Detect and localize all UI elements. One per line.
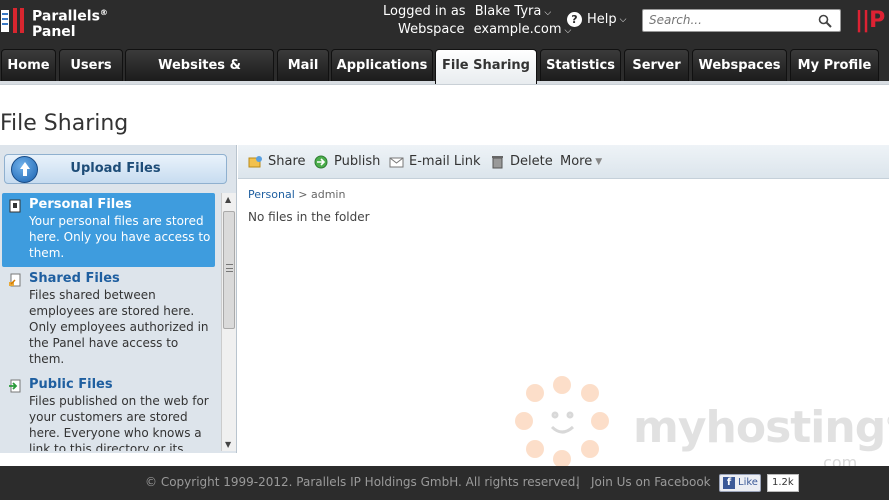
tab-websites-domains[interactable]: Websites & Domains	[125, 49, 274, 105]
scroll-thumb[interactable]	[223, 211, 235, 329]
webspace-info: Webspace example.com ⌵	[398, 22, 571, 37]
footer: © Copyright 1999-2012. Parallels IP Hold…	[0, 466, 889, 500]
folder-description: Files shared between employees are store…	[29, 288, 209, 366]
folder-name: Personal Files	[29, 197, 132, 212]
chevron-down-icon: ⌵	[564, 26, 572, 36]
webspace-value: example.com	[473, 22, 562, 37]
more-label: More	[560, 154, 593, 169]
email-link-label: E-mail Link	[409, 154, 481, 169]
webspace-label: Webspace	[398, 22, 465, 37]
shared-folder-icon	[9, 273, 21, 287]
search-box	[642, 9, 841, 32]
copyright-text: © Copyright 1999-2012. Parallels IP Hold…	[145, 475, 580, 489]
delete-label: Delete	[510, 154, 553, 169]
share-label: Share	[268, 154, 306, 169]
public-folder-icon	[9, 379, 21, 393]
file-toolbar: Share Publish E-mail Link Delete More ▼	[238, 145, 889, 179]
folder-name: Shared Files	[29, 271, 120, 286]
chevron-down-icon: ⌵	[619, 14, 627, 25]
user-menu[interactable]: Blake Tyra ⌵	[475, 4, 551, 19]
upload-files-button[interactable]: Upload Files	[4, 154, 227, 184]
watermark-reg: ®	[885, 411, 889, 430]
scroll-down-arrow-icon[interactable]: ▼	[225, 440, 231, 449]
tab-file-sharing[interactable]: File Sharing	[435, 49, 537, 84]
myhosting-watermark: myhosting® .com	[500, 375, 889, 475]
logo-line2: Panel	[32, 23, 76, 40]
watermark-text: myhosting®	[633, 402, 889, 453]
watermark-brand: myhosting	[633, 402, 886, 453]
facebook-like-button[interactable]: f Like	[719, 474, 761, 492]
help-menu[interactable]: ? Help ⌵	[567, 12, 626, 27]
logged-in-info: Logged in as Blake Tyra ⌵	[383, 4, 551, 19]
more-menu-button[interactable]: More ▼	[560, 154, 602, 169]
publish-button[interactable]: Publish	[314, 154, 380, 169]
folder-list: Personal Files Your personal files are s…	[0, 193, 221, 451]
email-link-button[interactable]: E-mail Link	[389, 154, 481, 169]
breadcrumb: Personal > admin	[248, 188, 345, 201]
scroll-up-arrow-icon[interactable]: ▲	[225, 195, 231, 204]
sun-logo-icon	[515, 376, 609, 468]
parallels-logo-icon	[1, 8, 24, 33]
help-icon: ?	[567, 12, 582, 27]
page-title: File Sharing	[0, 111, 129, 136]
like-count: 1.2k	[767, 474, 799, 492]
footer-separator: |	[576, 475, 581, 489]
app-logo-text: Parallels® Panel	[32, 5, 108, 40]
chevron-down-icon: ⌵	[544, 8, 552, 18]
upload-icon	[11, 156, 38, 183]
tab-users[interactable]: Users	[59, 49, 123, 81]
chevron-down-icon: ▼	[595, 156, 603, 167]
delete-button[interactable]: Delete	[490, 154, 553, 169]
email-icon	[389, 157, 404, 167]
folder-personal-files[interactable]: Personal Files Your personal files are s…	[2, 193, 215, 267]
personal-folder-icon	[9, 199, 21, 213]
logo-reg: ®	[99, 8, 108, 17]
logged-in-label: Logged in as	[383, 4, 466, 19]
folder-description: Files published on the web for your cust…	[29, 394, 209, 451]
breadcrumb-current: admin	[310, 188, 346, 201]
share-button[interactable]: Share	[248, 154, 306, 169]
top-header: Parallels® Panel Logged in as Blake Tyra…	[0, 0, 889, 42]
tab-statistics[interactable]: Statistics	[540, 49, 621, 81]
breadcrumb-personal-link[interactable]: Personal	[248, 188, 295, 201]
trash-icon	[492, 155, 503, 168]
logo-line1: Parallels	[32, 8, 100, 25]
main-tab-bar: Home Users Websites & Domains Mail Appli…	[0, 42, 889, 105]
facebook-join-link[interactable]: Join Us on Facebook	[591, 475, 711, 489]
folder-public-files[interactable]: Public Files Files published on the web …	[0, 373, 221, 451]
folders-panel: Upload Files Personal Files Your persona…	[0, 145, 237, 453]
tab-my-profile[interactable]: My Profile	[790, 49, 879, 81]
grip-icon	[226, 264, 233, 272]
search-icon[interactable]	[818, 14, 832, 28]
brand-logo-partial: ||P	[855, 8, 885, 33]
tab-home[interactable]: Home	[1, 49, 56, 81]
publish-label: Publish	[334, 154, 381, 169]
like-label: Like	[738, 477, 758, 488]
share-icon	[248, 155, 262, 167]
breadcrumb-separator: >	[298, 188, 308, 201]
folder-list-scrollbar[interactable]: ▲ ▼	[221, 193, 236, 451]
tab-applications[interactable]: Applications	[331, 49, 433, 81]
webspace-selector[interactable]: example.com ⌵	[474, 22, 572, 37]
folder-shared-files[interactable]: Shared Files Files shared between employ…	[0, 267, 221, 373]
tab-mail[interactable]: Mail	[277, 49, 329, 81]
tab-server[interactable]: Server	[624, 49, 689, 81]
folder-description: Your personal files are stored here. Onl…	[29, 214, 211, 260]
header-divider	[0, 84, 889, 85]
help-label: Help	[587, 12, 617, 27]
upload-files-label: Upload Files	[70, 161, 161, 176]
search-input[interactable]	[649, 13, 809, 27]
publish-icon	[314, 155, 328, 168]
tab-webspaces[interactable]: Webspaces	[692, 49, 787, 81]
empty-folder-message: No files in the folder	[248, 210, 370, 224]
user-name: Blake Tyra	[474, 4, 542, 19]
folder-name: Public Files	[29, 377, 113, 392]
facebook-icon: f	[723, 477, 735, 489]
